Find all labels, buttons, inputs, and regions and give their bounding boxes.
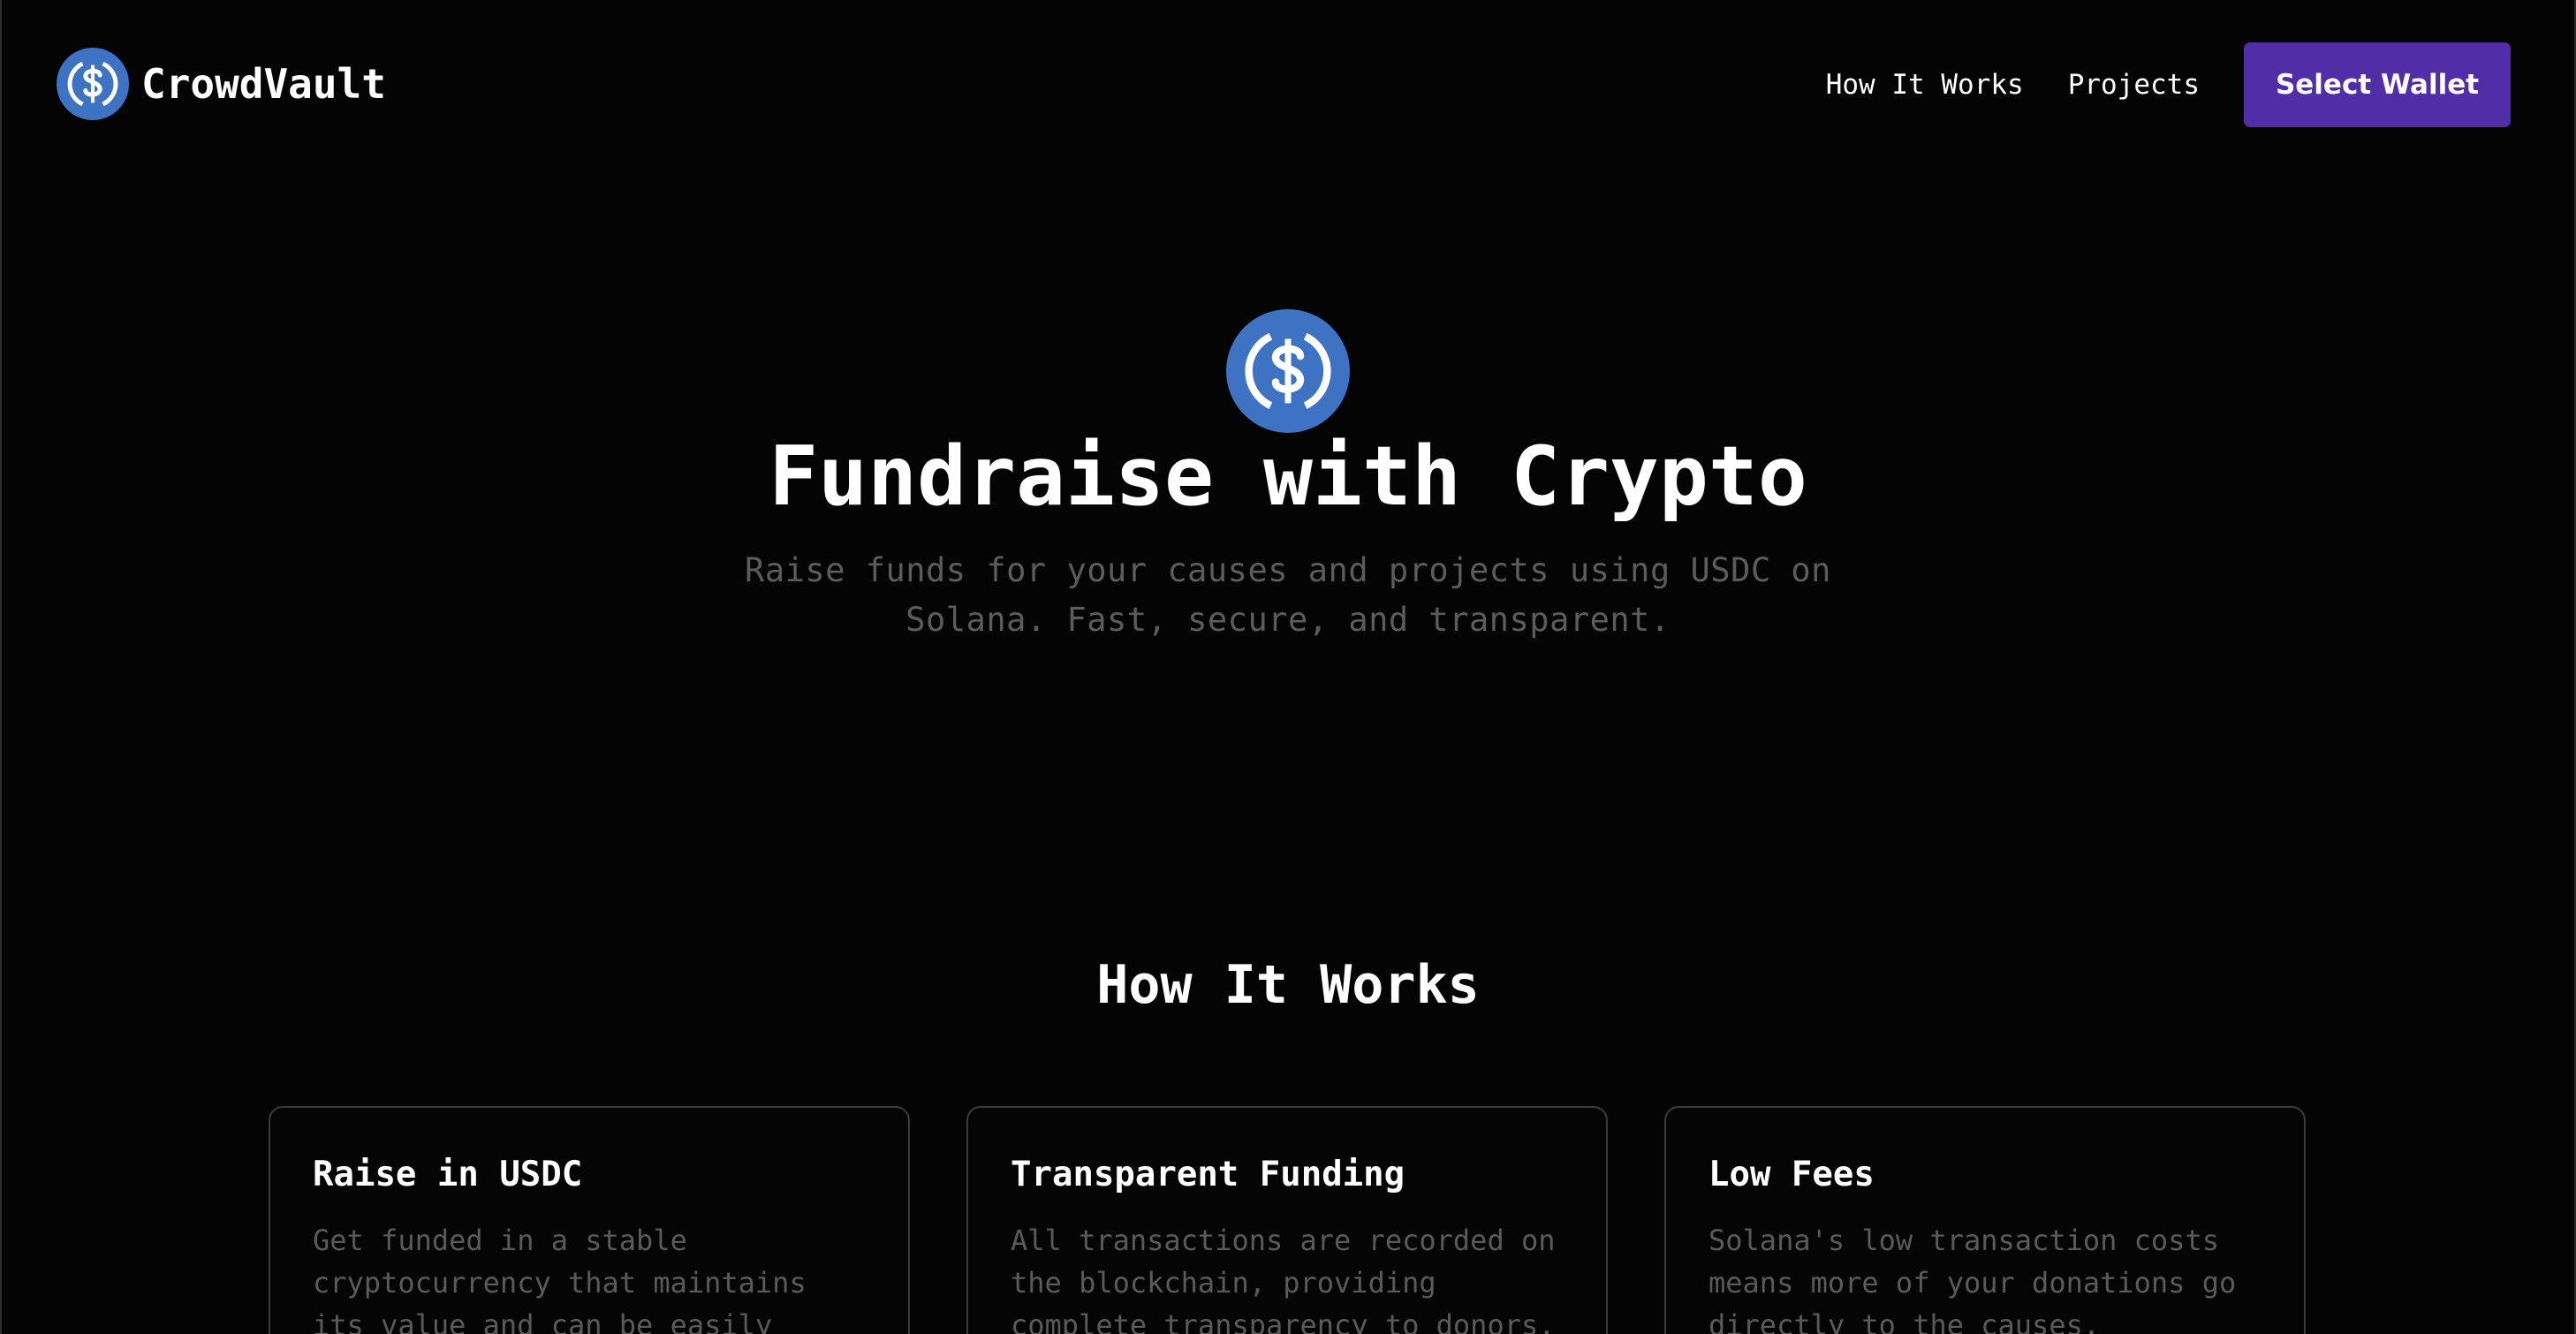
navbar: CrowdVault How It Works Projects Select … <box>2 0 2574 170</box>
nav-link-projects[interactable]: Projects <box>2068 69 2200 101</box>
brand[interactable]: CrowdVault <box>57 48 386 120</box>
feature-card-low-fees: Low Fees Solana's low transaction costs … <box>1664 1106 2306 1334</box>
feature-card-text: Solana's low transaction costs means mor… <box>1708 1224 2237 1334</box>
hero-title: Fundraise with Crypto <box>769 428 1807 524</box>
feature-card-raise-in-usdc: Raise in USDC Get funded in a stable cry… <box>269 1106 910 1334</box>
feature-card-title: Raise in USDC <box>313 1155 583 1194</box>
feature-card-title: Low Fees <box>1708 1155 1875 1194</box>
nav-link-how-it-works[interactable]: How It Works <box>1826 69 2024 101</box>
select-wallet-button[interactable]: Select Wallet <box>2244 42 2511 127</box>
usdc-coin-icon <box>57 48 129 120</box>
feature-cards: Raise in USDC Get funded in a stable cry… <box>269 1106 2306 1334</box>
nav-links: How It Works Projects Select Wallet <box>1826 42 2511 127</box>
brand-name: CrowdVault <box>141 60 386 108</box>
feature-card-title: Transparent Funding <box>1011 1155 1405 1194</box>
hero-subtitle: Raise funds for your causes and projects… <box>745 551 1831 639</box>
usdc-coin-icon <box>1226 309 1350 433</box>
feature-card-text: All transactions are recorded on the blo… <box>1011 1224 1556 1334</box>
app-frame: CrowdVault How It Works Projects Select … <box>0 0 2576 1334</box>
how-it-works-title: How It Works <box>1096 954 1480 1016</box>
hero-section: Fundraise with Crypto Raise funds for yo… <box>2 309 2574 645</box>
feature-card-transparent-funding: Transparent Funding All transactions are… <box>966 1106 1608 1334</box>
feature-card-text: Get funded in a stable cryptocurrency th… <box>313 1224 807 1334</box>
